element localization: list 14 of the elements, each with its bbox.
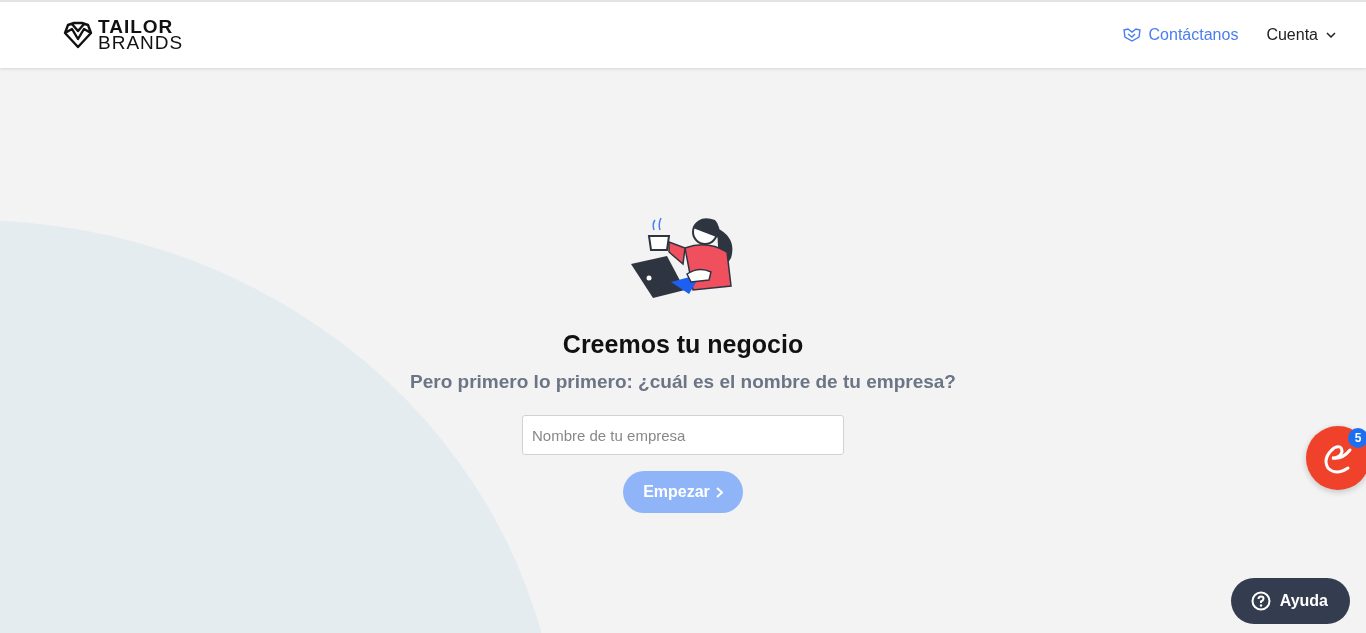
page-subtitle: Pero primero lo primero: ¿cuál es el nombre de tu empresa? xyxy=(410,371,956,393)
page-title: Creemos tu negocio xyxy=(562,330,804,359)
help-button[interactable]: Ayuda xyxy=(1230,578,1350,624)
notification-badge: 5 xyxy=(1348,428,1366,448)
logo-icon xyxy=(62,19,94,51)
handshake-icon xyxy=(1122,28,1141,42)
chevron-icon xyxy=(1326,32,1336,38)
logo-text[interactable]: TAILOR BRANDS xyxy=(98,19,184,51)
help-icon xyxy=(1250,591,1271,611)
chevron-icon xyxy=(715,486,723,498)
chat-widget[interactable] xyxy=(1306,426,1366,490)
company-name-field[interactable]: Nombre de tu empresa xyxy=(522,415,844,455)
account-menu[interactable]: Cuenta xyxy=(1266,26,1336,44)
contact-link[interactable]: Contáctanos xyxy=(1122,26,1239,44)
